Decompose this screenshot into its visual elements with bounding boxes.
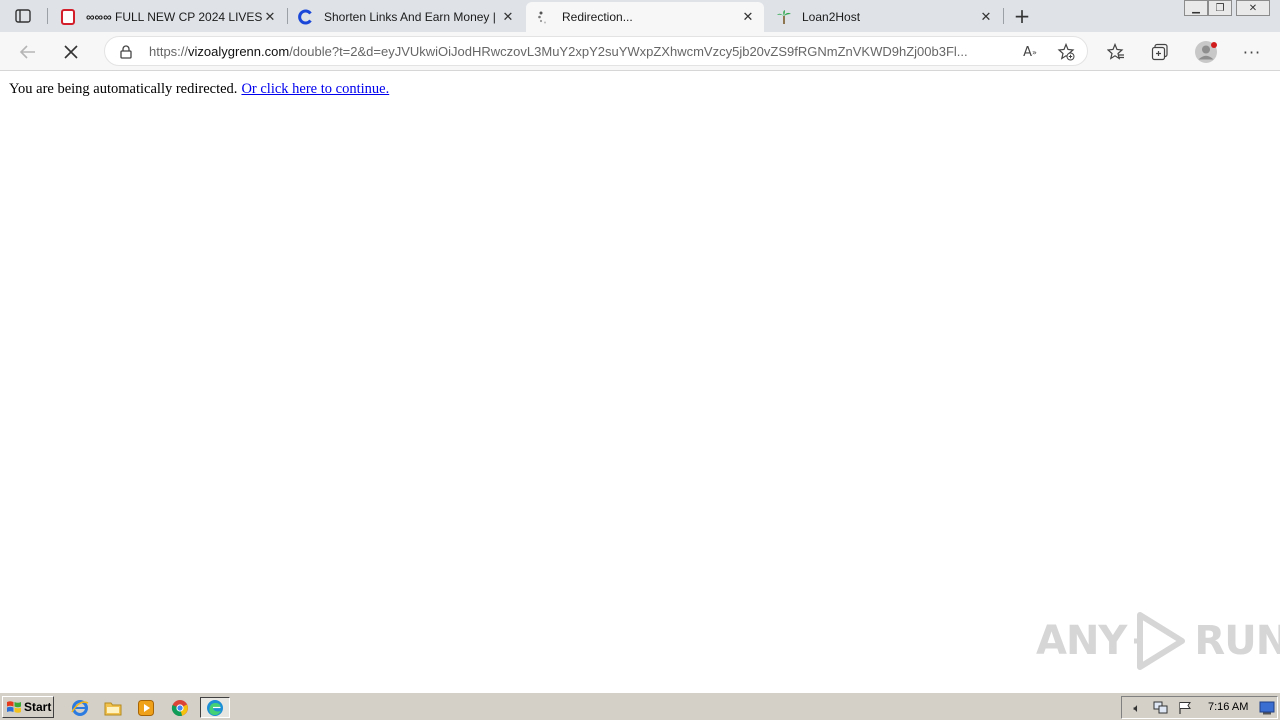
close-window-icon: ✕: [1248, 2, 1258, 14]
stop-loading-button[interactable]: [57, 38, 85, 66]
restore-icon: ❐: [1215, 2, 1225, 14]
url-text[interactable]: https://vizoalygrenn.com/double?t=2&d=ey…: [149, 44, 1011, 59]
tab-4[interactable]: Loan2Host ✕: [766, 2, 1002, 32]
redirect-text: You are being automatically redirected.: [9, 81, 238, 97]
red-bookmark-icon: [60, 9, 76, 25]
tab-actions-button[interactable]: [10, 6, 36, 26]
avatar-icon: [1195, 41, 1217, 63]
edge-icon: [207, 699, 223, 716]
file-explorer-icon[interactable]: [102, 697, 124, 718]
browser-toolbar: https://vizoalygrenn.com/double?t=2&d=ey…: [0, 32, 1280, 71]
back-arrow-icon: [19, 45, 35, 59]
tab-separator: [1003, 8, 1004, 24]
close-window-button[interactable]: ✕: [1236, 0, 1270, 16]
tab-1[interactable]: ∞∞∞ FULL NEW CP 2024 LIVES ✕: [50, 2, 286, 32]
tab-3-title: Redirection...: [562, 10, 633, 24]
tab-actions-icon: [15, 9, 31, 23]
stop-x-icon: [64, 45, 78, 59]
tab-3-active[interactable]: Redirection... ✕: [526, 2, 764, 32]
collections-icon: [1151, 43, 1168, 61]
favorites-star-icon: [1107, 43, 1124, 60]
taskbar: Start 🔈︎ 7:16 AM: [0, 692, 1280, 720]
url-scheme: https://: [149, 44, 189, 59]
internet-explorer-icon[interactable]: [69, 697, 91, 718]
plus-icon: +: [1013, 4, 1031, 28]
close-icon[interactable]: ✕: [740, 9, 756, 25]
tab-2-title: Shorten Links And Earn Money | ...: [324, 10, 500, 24]
restore-button[interactable]: ❐: [1208, 0, 1232, 16]
continue-link[interactable]: Or click here to continue.: [241, 81, 389, 97]
new-tab-button[interactable]: +: [1010, 4, 1034, 28]
clock[interactable]: 7:16 AM: [1208, 701, 1248, 713]
windows-flag-icon: [7, 701, 21, 713]
minimize-button[interactable]: ▁: [1184, 0, 1208, 16]
edge-taskbar-button[interactable]: [200, 697, 230, 718]
system-tray: 🔈︎ 7:16 AM: [1121, 696, 1278, 719]
tab-strip: ∞∞∞ FULL NEW CP 2024 LIVES ✕ Shorten Lin…: [0, 0, 1280, 32]
chrome-icon[interactable]: [169, 697, 191, 718]
lock-icon[interactable]: [117, 43, 135, 61]
collections-button[interactable]: [1146, 38, 1174, 66]
profile-button[interactable]: [1192, 38, 1220, 66]
redirect-message: You are being automatically redirected. O…: [9, 81, 389, 98]
tab-separator: [47, 8, 48, 24]
tab-1-title: FULL NEW CP 2024 LIVES: [115, 10, 262, 24]
close-icon[interactable]: ✕: [978, 9, 994, 25]
url-host: vizoalygrenn.com: [188, 44, 290, 59]
page-content: You are being automatically redirected. O…: [0, 71, 1280, 692]
tab-2[interactable]: Shorten Links And Earn Money | ... ✕: [288, 2, 524, 32]
watermark-right: RUN: [1194, 618, 1280, 664]
show-desktop-icon[interactable]: [1258, 700, 1276, 716]
favorites-button[interactable]: [1102, 38, 1130, 66]
volume-icon[interactable]: 🔈︎: [1128, 700, 1146, 716]
url-path: /double?t=2&d=eyJVUkwiOiJodHRwczovL3MuY2…: [289, 44, 968, 59]
network-icon[interactable]: [1152, 700, 1170, 716]
tab-1-prefix: ∞∞∞: [86, 10, 112, 24]
read-aloud-icon[interactable]: A»: [1019, 41, 1041, 63]
media-player-icon[interactable]: [135, 697, 157, 718]
tab-4-title: Loan2Host: [802, 10, 861, 24]
more-dots-icon: ···: [1242, 42, 1262, 62]
add-favorite-icon[interactable]: [1055, 41, 1077, 63]
back-button[interactable]: [14, 38, 42, 66]
minimize-icon: ▁: [1192, 2, 1200, 14]
watermark-left: ANY: [1036, 618, 1127, 664]
anyrun-watermark: ANY RUN: [1036, 611, 1280, 671]
start-button[interactable]: Start: [2, 696, 54, 718]
action-center-flag-icon[interactable]: [1176, 700, 1194, 716]
settings-more-button[interactable]: ···: [1238, 38, 1266, 66]
address-bar[interactable]: https://vizoalygrenn.com/double?t=2&d=ey…: [104, 36, 1088, 66]
play-triangle-icon: [1134, 612, 1186, 670]
close-icon[interactable]: ✕: [262, 9, 278, 25]
start-label: Start: [24, 700, 52, 714]
shortener-c-icon: [298, 9, 314, 25]
loan2host-palm-icon: [776, 9, 792, 25]
close-icon[interactable]: ✕: [500, 9, 516, 25]
loading-spinner-icon: [536, 9, 552, 25]
